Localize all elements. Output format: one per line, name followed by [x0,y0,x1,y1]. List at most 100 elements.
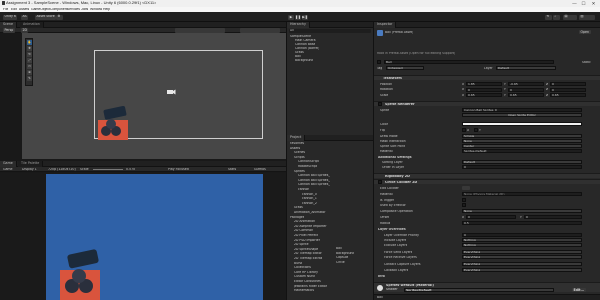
menu-jobs[interactable]: Jobs [81,8,88,11]
project-item[interactable]: 2D Animation [294,220,315,224]
project-item[interactable]: 2D Pixel Perfect [294,234,318,238]
force-receive-dropdown[interactable]: Everything [462,255,582,259]
include-layers-dropdown[interactable]: Nothing [462,238,582,242]
contact-capture-dropdown[interactable]: Everything [462,262,582,266]
radius-field[interactable]: 0.5 [462,221,582,225]
menu-help[interactable]: Help [103,8,110,11]
shader-dropdown[interactable]: Sprites/Default [404,288,554,292]
sort-point-dropdown[interactable]: Center [462,144,582,148]
asset-file-item[interactable]: Capsule [336,256,348,260]
sorting-layer-dropdown[interactable]: Default [462,160,582,164]
callback-layers-dropdown[interactable]: Everything [462,268,582,272]
gizmos-dropdown[interactable] [240,28,280,33]
layout-dropdown[interactable]: ▥ [579,14,595,20]
custom-tool-icon[interactable]: ✎ [27,76,32,81]
project-item[interactable]: JetBrains Rider Editor [294,285,327,289]
sprite-field[interactable]: Cannon Ball Sprites_0 [462,108,582,112]
project-item[interactable]: 2D Sprite [294,243,309,247]
info-foldout[interactable]: Info [378,275,385,278]
pause-button[interactable]: ❚❚ [295,14,301,20]
rotate-tool-icon[interactable]: ↻ [27,52,32,57]
additional-settings-foldout[interactable]: Additional Settings [378,156,412,159]
active-checkbox[interactable] [377,60,381,64]
project-item[interactable]: Scripts [294,156,305,160]
menu-edit[interactable]: Edit [11,8,17,11]
composite-dropdown[interactable]: None [462,209,582,213]
transform-header[interactable]: Transform [374,75,600,80]
persp-dropdown[interactable]: Persp [3,28,15,33]
offset-y-field[interactable]: 0 [524,215,582,219]
transform-y-field[interactable]: -0.65 [508,82,544,86]
project-item[interactable]: Cannon Ball Sprites_0 [298,174,330,178]
menu-services[interactable]: Services [67,8,80,11]
layers-dropdown[interactable]: ▤ [563,14,577,20]
transform-z-field[interactable]: 0.65 [550,93,586,97]
priority-field[interactable]: 0 [462,233,582,237]
transform-y-field[interactable]: 0 [508,87,544,92]
project-item[interactable]: Favorites [290,142,304,146]
layer-dropdown[interactable]: Default [496,66,556,70]
open-prefab-button[interactable]: Open [579,30,591,34]
menu-window[interactable]: Window [90,8,102,11]
used-by-effector-checkbox[interactable] [462,203,466,207]
project-item[interactable]: Cannon Ball Sprites_2 [298,183,330,187]
tab-inspector[interactable]: Inspector [374,22,397,28]
mask-interaction-dropdown[interactable]: None [462,139,582,143]
minimize-button[interactable]: — [571,1,578,6]
project-item[interactable]: 2D PSD Importer [294,239,320,243]
project-item[interactable]: Packages [290,216,304,220]
circle-collider-enabled[interactable] [378,180,382,184]
project-item[interactable]: cannon_2 [302,202,317,206]
tag-dropdown[interactable]: Untagged [386,66,424,70]
menu-gameobject[interactable]: GameObject [31,8,50,11]
menu-file[interactable]: File [3,8,8,11]
tab-hierarchy[interactable]: Hierarchy [287,22,310,28]
project-item[interactable]: 2D Common [294,229,313,233]
offset-x-field[interactable]: 0 [466,215,516,219]
hierarchy-filter[interactable]: All [290,29,294,32]
project-item[interactable]: cannon [298,188,309,192]
project-item[interactable]: Assets [290,147,300,151]
scale-slider[interactable] [93,169,123,170]
scale-tool-icon[interactable]: ⤢ [27,58,32,63]
aspect-dropdown[interactable]: 720p (1280x720) [48,168,76,171]
project-item[interactable]: Burst [294,262,302,266]
layer-overrides-foldout[interactable]: Layer Overrides [378,228,406,231]
move-tool-icon[interactable]: ✥ [27,46,32,51]
step-button[interactable]: ▶❚ [302,14,308,20]
close-window-button[interactable]: ✕ [590,1,597,7]
account-dropdown[interactable]: Unity 6 [3,14,18,20]
menu-assets[interactable]: Assets [19,8,29,11]
project-item[interactable]: 2D Tilemap Extras [294,257,322,261]
transform-y-field[interactable]: 0.65 [508,93,544,97]
history-icon[interactable]: ⟲ [545,14,552,20]
scene-view-options[interactable] [175,28,225,33]
rect-tool-icon[interactable]: ▭ [27,64,32,69]
flip-x-checkbox[interactable] [462,128,466,132]
mode-2d-toggle[interactable]: 2D [21,28,29,33]
maximize-button[interactable]: ☐ [580,1,587,7]
project-item[interactable]: Animation_Animator [294,211,326,215]
camera-gizmo-icon[interactable] [166,88,176,96]
stats-button[interactable]: Stats [228,168,236,171]
play-focused-dropdown[interactable]: Play Focused [168,168,189,171]
transform-x-field[interactable]: 0 [466,87,502,92]
gizmos-button[interactable]: Gizmos [254,168,266,171]
flip-y-checkbox[interactable] [474,128,478,132]
order-in-layer-field[interactable]: 0 [462,165,582,169]
draw-mode-dropdown[interactable]: Simple [462,134,582,138]
project-item[interactable]: Sprites [294,170,305,174]
project-item[interactable]: Cannon Ball Sprites_1 [298,179,330,183]
hierarchy-item[interactable]: Background [295,59,313,63]
project-item[interactable]: Custom NUnit [294,275,315,279]
tab-project[interactable]: Project [287,135,306,141]
search-icon[interactable]: ⌕ [553,14,560,20]
shader-edit-button[interactable]: Edit... [572,288,586,292]
hierarchy-search-input[interactable]: All [289,29,371,33]
project-item[interactable]: 2D SpriteShape [294,248,318,252]
asset-file-item[interactable]: Ball [336,247,342,251]
material-field[interactable]: Sprites-Default [462,149,582,153]
transform-z-field[interactable]: 0 [550,82,586,86]
transform-x-field[interactable]: 1.85 [466,82,502,86]
cannon-sprite-scene[interactable] [94,102,134,140]
